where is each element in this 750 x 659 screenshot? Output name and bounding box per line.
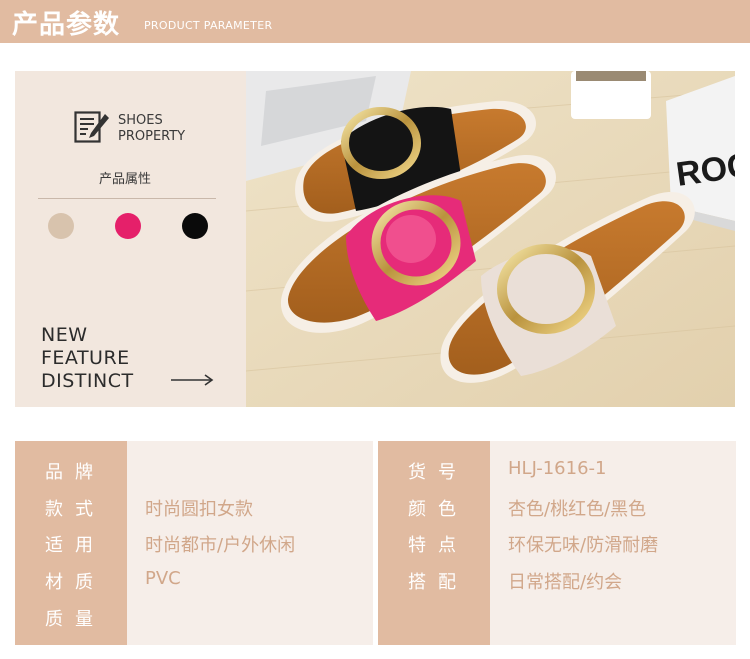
- spec-label-quality: 质量: [45, 609, 105, 630]
- spec-label-feature: 特点: [408, 535, 468, 556]
- feature-text: NEW FEATURE DISTINCT: [41, 324, 134, 393]
- property-title-cn: 产品属性: [99, 172, 152, 187]
- spec-value-color: 杏色/桃红色/黑色: [508, 499, 647, 520]
- spec-table-left: 品牌 款式 时尚圆扣女款 适用 时尚都市/户外休闲 材质 PVC 质量: [15, 441, 373, 645]
- spec-value-material: PVC: [145, 568, 181, 589]
- property-title-line1: SHOES: [118, 113, 163, 128]
- spec-label-usage: 适用: [45, 535, 105, 556]
- color-swatch-black: [182, 213, 208, 239]
- divider: [38, 198, 216, 199]
- feature-line2: FEATURE: [41, 347, 130, 369]
- color-swatch-apricot: [48, 213, 74, 239]
- section-header: 产品参数 PRODUCT PARAMETER: [0, 0, 750, 43]
- spec-label-style: 款式: [45, 499, 105, 520]
- property-title-line2: PROPERTY: [118, 129, 186, 144]
- spec-label-item-no: 货号: [408, 462, 468, 483]
- spec-label-color: 颜色: [408, 499, 468, 520]
- product-property-panel: SHOES PROPERTY 产品属性 NEW FEATURE DISTINCT: [15, 71, 247, 407]
- spec-value-style: 时尚圆扣女款: [145, 499, 253, 520]
- property-title: SHOES PROPERTY: [118, 113, 218, 145]
- product-photo: ROC: [246, 71, 735, 407]
- edit-document-icon: [74, 110, 110, 148]
- spec-value-usage: 时尚都市/户外休闲: [145, 535, 296, 556]
- spec-label-matching: 搭配: [408, 572, 468, 593]
- feature-line1: NEW: [41, 324, 88, 346]
- spec-value-item-no: HLJ-1616-1: [508, 458, 607, 479]
- spec-value-matching: 日常搭配/约会: [508, 572, 623, 593]
- spec-label-brand: 品牌: [45, 462, 105, 483]
- arrow-right-icon: [171, 372, 215, 391]
- spec-label-material: 材质: [45, 572, 105, 593]
- section-subtitle: PRODUCT PARAMETER: [144, 19, 273, 32]
- section-title: 产品参数: [12, 10, 121, 40]
- color-swatch-peach-red: [115, 213, 141, 239]
- spec-table-right: 货号 HLJ-1616-1 颜色 杏色/桃红色/黑色 特点 环保无味/防滑耐磨 …: [378, 441, 736, 645]
- feature-line3: DISTINCT: [41, 370, 134, 392]
- spec-value-feature: 环保无味/防滑耐磨: [508, 535, 659, 556]
